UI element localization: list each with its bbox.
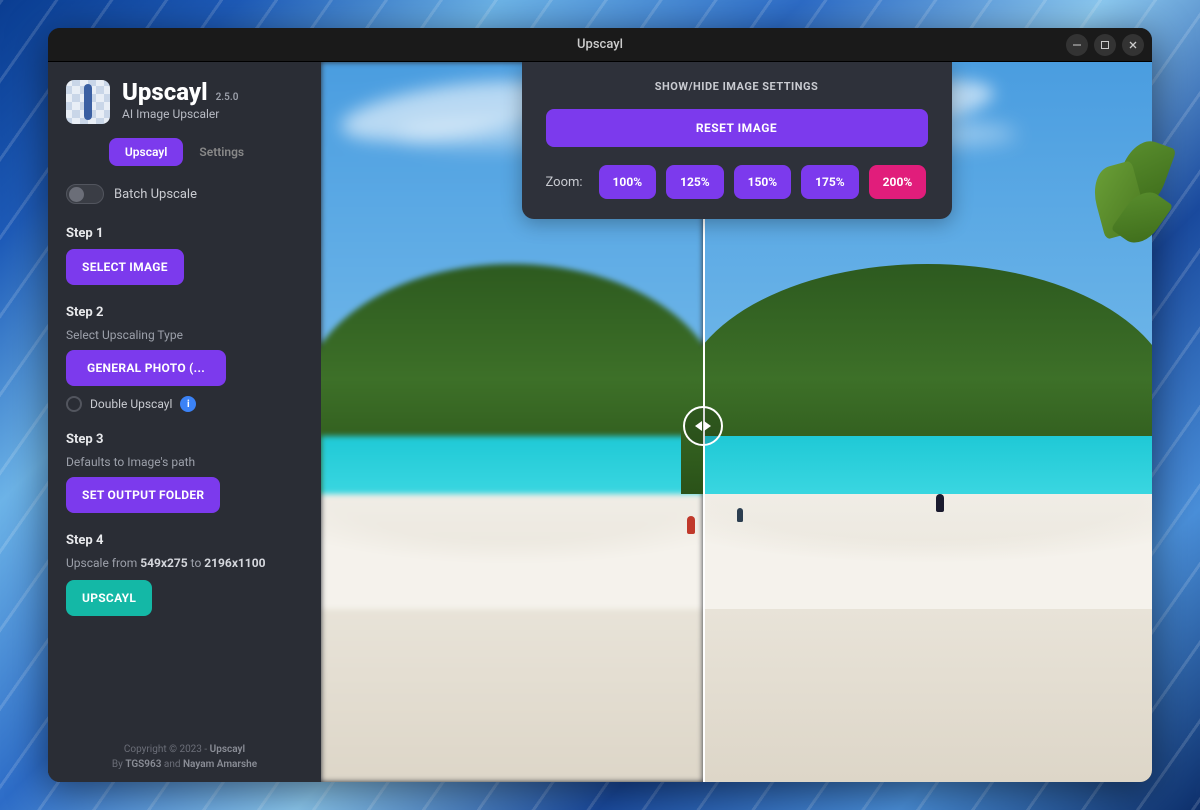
sidebar-footer: Copyright © 2023 - Upscayl By TGS963 and…	[66, 742, 303, 772]
zoom-controls: Zoom: 100% 125% 150% 175% 200%	[546, 165, 928, 199]
step-2-subtitle: Select Upscaling Type	[66, 328, 303, 342]
image-settings-panel: SHOW/HIDE IMAGE SETTINGS RESET IMAGE Zoo…	[522, 62, 952, 219]
upscaling-type-select[interactable]: GENERAL PHOTO (...	[66, 350, 226, 386]
app-version: 2.5.0	[216, 92, 239, 103]
zoom-175[interactable]: 175%	[801, 165, 859, 199]
window-title: Upscayl	[577, 37, 623, 52]
upscayl-button[interactable]: UPSCAYL	[66, 580, 152, 616]
tab-upscayl[interactable]: Upscayl	[109, 138, 184, 166]
app-name: Upscayl	[122, 80, 208, 104]
info-icon[interactable]: i	[180, 396, 196, 412]
tab-settings[interactable]: Settings	[183, 138, 260, 166]
step-3-title: Step 3	[66, 432, 303, 447]
zoom-150[interactable]: 150%	[734, 165, 792, 199]
close-button[interactable]	[1122, 34, 1144, 56]
double-upscayl-checkbox[interactable]	[66, 396, 82, 412]
step-1-title: Step 1	[66, 226, 303, 241]
target-dimensions: 2196x1100	[204, 556, 265, 570]
step-4: Step 4 Upscale from 549x275 to 2196x1100…	[66, 533, 303, 616]
zoom-125[interactable]: 125%	[666, 165, 724, 199]
select-image-button[interactable]: SELECT IMAGE	[66, 249, 184, 285]
sidebar-tabs: Upscayl Settings	[66, 138, 303, 166]
zoom-200[interactable]: 200%	[869, 165, 927, 199]
double-upscayl-row: Double Upscayl i	[66, 396, 303, 412]
titlebar[interactable]: Upscayl	[48, 28, 1152, 62]
app-logo-icon	[66, 80, 110, 124]
maximize-button[interactable]	[1094, 34, 1116, 56]
close-icon	[1127, 39, 1139, 51]
step-4-title: Step 4	[66, 533, 303, 548]
step-2: Step 2 Select Upscaling Type GENERAL PHO…	[66, 305, 303, 412]
app-body: Upscayl 2.5.0 AI Image Upscaler Upscayl …	[48, 62, 1152, 782]
person-figure	[687, 516, 695, 534]
person-figure	[936, 494, 944, 512]
step-3: Step 3 Defaults to Image's path SET OUTP…	[66, 432, 303, 513]
person-figure	[737, 508, 743, 522]
app-tagline: AI Image Upscaler	[122, 107, 238, 121]
minimize-icon	[1071, 39, 1083, 51]
sidebar: Upscayl 2.5.0 AI Image Upscaler Upscayl …	[48, 62, 321, 782]
app-window: Upscayl Upscayl 2.5.0 AI Ima	[48, 28, 1152, 782]
decorative-leaf	[1086, 140, 1166, 260]
reset-image-button[interactable]: RESET IMAGE	[546, 109, 928, 147]
batch-upscale-row: Batch Upscale	[66, 184, 303, 204]
window-controls	[1066, 34, 1144, 56]
image-preview-area: SHOW/HIDE IMAGE SETTINGS RESET IMAGE Zoo…	[321, 62, 1152, 782]
source-dimensions: 549x275	[140, 556, 187, 570]
step-1: Step 1 SELECT IMAGE	[66, 226, 303, 285]
step-3-subtitle: Defaults to Image's path	[66, 455, 303, 469]
comparison-handle[interactable]	[683, 406, 723, 446]
step-2-title: Step 2	[66, 305, 303, 320]
zoom-100[interactable]: 100%	[599, 165, 657, 199]
batch-upscale-label: Batch Upscale	[114, 187, 197, 202]
batch-upscale-toggle[interactable]	[66, 184, 104, 204]
zoom-label: Zoom:	[546, 175, 583, 190]
maximize-icon	[1099, 39, 1111, 51]
minimize-button[interactable]	[1066, 34, 1088, 56]
upscale-dimensions: Upscale from 549x275 to 2196x1100	[66, 556, 303, 570]
app-header: Upscayl 2.5.0 AI Image Upscaler	[66, 80, 303, 124]
double-upscayl-label: Double Upscayl	[90, 397, 172, 411]
settings-panel-title[interactable]: SHOW/HIDE IMAGE SETTINGS	[546, 80, 928, 93]
set-output-folder-button[interactable]: SET OUTPUT FOLDER	[66, 477, 220, 513]
